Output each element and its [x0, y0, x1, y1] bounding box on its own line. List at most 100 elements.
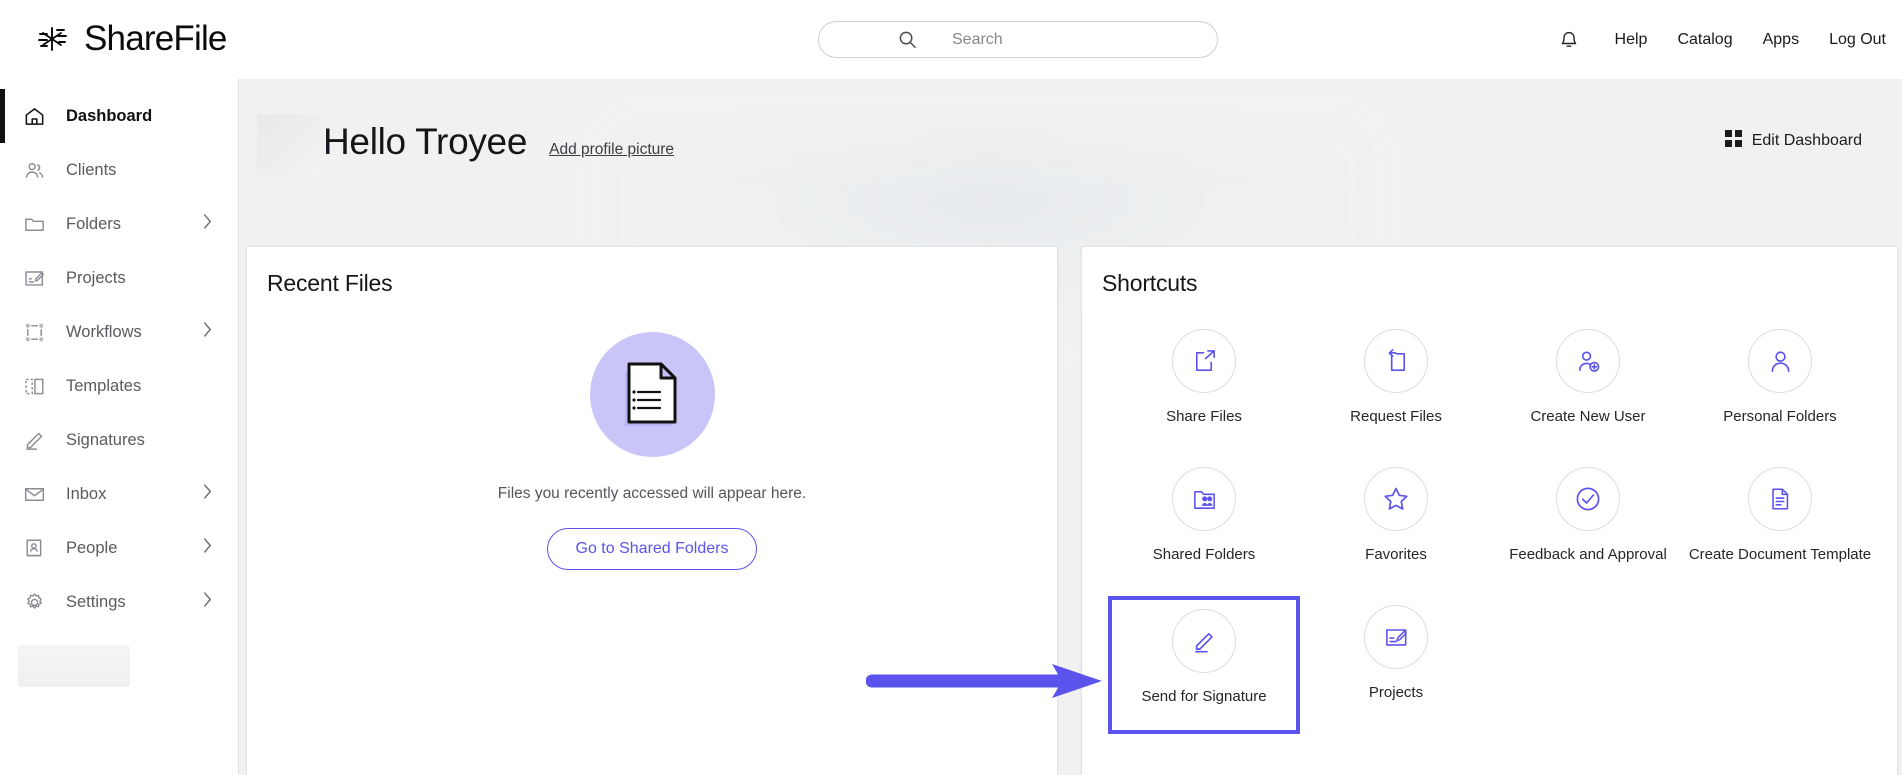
folder-people-icon — [1172, 467, 1236, 531]
people-icon — [21, 157, 47, 183]
shortcut-label: Shared Folders — [1152, 546, 1256, 563]
search-icon — [898, 30, 917, 49]
sidebar-item-label: Clients — [66, 160, 117, 179]
user-plus-icon — [1556, 329, 1620, 393]
main-content: Hello Troyee Add profile picture Edit Da… — [239, 79, 1902, 775]
folder-icon — [21, 211, 47, 237]
go-to-shared-folders-button[interactable]: Go to Shared Folders — [546, 528, 758, 570]
shortcut-share-files[interactable]: Share Files — [1108, 320, 1300, 458]
star-icon — [1364, 467, 1428, 531]
sidebar-item-label: Settings — [66, 592, 126, 611]
topnav-link-catalog[interactable]: Catalog — [1677, 31, 1732, 49]
check-circle-icon — [1556, 467, 1620, 531]
shortcut-projects[interactable]: Projects — [1300, 596, 1492, 734]
sidebar-item-label: Dashboard — [66, 106, 153, 125]
notification-bell-icon[interactable] — [1559, 29, 1579, 50]
chevron-right-icon — [202, 537, 213, 559]
brand-name: ShareFile — [84, 19, 227, 58]
projects-icon — [1364, 605, 1428, 669]
sidebar-item-folders[interactable]: Folders — [0, 197, 238, 251]
shortcut-favorites[interactable]: Favorites — [1300, 458, 1492, 596]
sidebar-item-dashboard[interactable]: Dashboard — [0, 89, 238, 143]
shortcut-send-for-signature[interactable]: Send for Signature — [1108, 596, 1300, 734]
shortcut-personal-folders[interactable]: Personal Folders — [1684, 320, 1876, 458]
sidebar-item-inbox[interactable]: Inbox — [0, 467, 238, 521]
sidebar-item-label: Workflows — [66, 322, 142, 341]
sidebar: Dashboard Clients Folders Projects Workf… — [0, 79, 239, 775]
shortcuts-card: Shortcuts Share Files Request Files Crea… — [1081, 246, 1898, 775]
sidebar-item-label: Templates — [66, 376, 142, 395]
page-title: Hello Troyee — [323, 121, 528, 162]
gear-icon — [21, 589, 47, 615]
shortcut-shared-folders[interactable]: Shared Folders — [1108, 458, 1300, 596]
person-icon — [1748, 329, 1812, 393]
sidebar-item-projects[interactable]: Projects — [0, 251, 238, 305]
shortcuts-title: Shortcuts — [1102, 270, 1198, 296]
templates-icon — [21, 373, 47, 399]
sharefile-dashboard-page: ShareFile Help Catalog Apps Log Out — [0, 0, 1902, 775]
shortcut-label: Personal Folders — [1723, 408, 1837, 425]
shortcut-label: Create New User — [1530, 408, 1646, 425]
edit-dashboard-label: Edit Dashboard — [1751, 132, 1862, 149]
shortcut-label: Feedback and Approval — [1509, 546, 1667, 563]
add-profile-picture-link[interactable]: Add profile picture — [549, 141, 674, 159]
shortcut-label: Send for Signature — [1141, 688, 1267, 705]
home-icon — [21, 103, 47, 129]
envelope-icon — [21, 481, 47, 507]
sidebar-item-settings[interactable]: Settings — [0, 575, 238, 629]
sidebar-item-signatures[interactable]: Signatures — [0, 413, 238, 467]
sidebar-item-clients[interactable]: Clients — [0, 143, 238, 197]
shortcut-label: Create Document Template — [1688, 546, 1872, 563]
sidebar-item-people[interactable]: People — [0, 521, 238, 575]
greeting-row: Hello Troyee Add profile picture — [323, 121, 674, 163]
document-icon — [1748, 467, 1812, 531]
shortcut-label: Request Files — [1350, 408, 1442, 425]
hero-banner: Hello Troyee Add profile picture Edit Da… — [239, 79, 1902, 325]
chevron-right-icon — [202, 213, 213, 235]
sidebar-item-label: Folders — [66, 214, 122, 233]
edit-dashboard-button[interactable]: Edit Dashboard — [1724, 130, 1862, 152]
search-bar[interactable] — [818, 21, 1218, 58]
recent-files-empty-state: Files you recently accessed will appear … — [247, 332, 1057, 570]
topnav-link-apps[interactable]: Apps — [1763, 31, 1799, 49]
top-bar: ShareFile Help Catalog Apps Log Out — [0, 0, 1902, 79]
topnav-link-help[interactable]: Help — [1615, 31, 1648, 49]
brand-logo[interactable]: ShareFile — [34, 19, 227, 59]
shortcuts-grid: Share Files Request Files Create New Use… — [1108, 320, 1878, 734]
sharefile-starburst-icon — [34, 21, 70, 57]
avatar[interactable] — [257, 114, 321, 176]
address-book-icon — [21, 535, 47, 561]
sidebar-item-workflows[interactable]: Workflows — [0, 305, 238, 359]
sidebar-item-label: Projects — [66, 268, 126, 287]
sidebar-item-templates[interactable]: Templates — [0, 359, 238, 413]
shortcut-label: Favorites — [1365, 546, 1427, 563]
share-export-icon — [1172, 329, 1236, 393]
request-file-arrow-icon — [1364, 329, 1428, 393]
chevron-right-icon — [202, 321, 213, 343]
topnav-link-logout[interactable]: Log Out — [1829, 31, 1886, 49]
sidebar-item-label: Signatures — [66, 430, 145, 449]
sidebar-placeholder-block — [18, 645, 130, 687]
projects-icon — [21, 265, 47, 291]
sidebar-item-label: Inbox — [66, 484, 107, 503]
signature-pen-icon — [21, 427, 47, 453]
document-list-icon — [589, 332, 715, 457]
shortcut-label: Projects — [1368, 684, 1424, 701]
shortcut-feedback-and-approval[interactable]: Feedback and Approval — [1492, 458, 1684, 596]
recent-files-card: Recent Files Files you recently accessed… — [246, 246, 1058, 775]
chevron-right-icon — [202, 591, 213, 613]
dashboard-cards: Recent Files Files you recently accessed… — [246, 246, 1898, 775]
shortcut-label: Share Files — [1166, 408, 1242, 425]
recent-files-empty-text: Files you recently accessed will appear … — [497, 485, 807, 502]
signature-pen-icon — [1172, 609, 1236, 673]
top-navigation: Help Catalog Apps Log Out — [1559, 0, 1886, 79]
recent-files-title: Recent Files — [267, 270, 393, 296]
shortcut-create-document-template[interactable]: Create Document Template — [1684, 458, 1876, 596]
shortcut-request-files[interactable]: Request Files — [1300, 320, 1492, 458]
workflows-icon — [21, 319, 47, 345]
chevron-right-icon — [202, 483, 213, 505]
grid-2x2-icon — [1724, 130, 1742, 152]
shortcut-create-new-user[interactable]: Create New User — [1492, 320, 1684, 458]
sidebar-item-label: People — [66, 538, 118, 557]
search-input[interactable] — [952, 30, 1192, 49]
